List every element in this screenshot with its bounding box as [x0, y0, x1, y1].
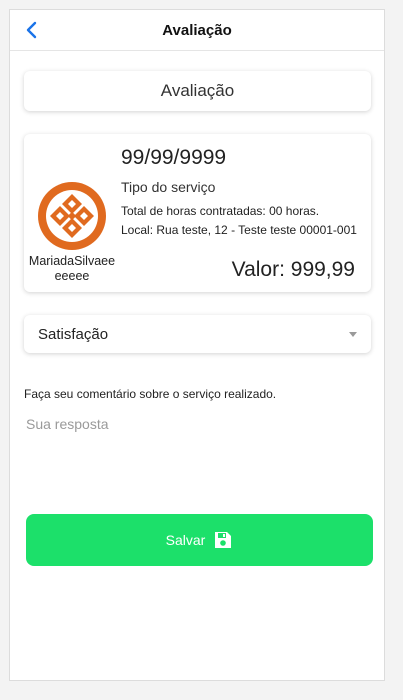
chevron-left-icon[interactable]	[22, 20, 42, 40]
save-button[interactable]: Salvar	[26, 514, 373, 566]
service-location: Local: Rua teste, 12 - Teste teste 00001…	[121, 223, 357, 237]
contracted-hours: Total de horas contratadas: 00 horas.	[121, 204, 320, 218]
page-title: Avaliação	[162, 21, 232, 39]
comment-label: Faça seu comentário sobre o serviço real…	[24, 387, 277, 401]
service-type: Tipo do serviço	[121, 179, 216, 195]
provider-logo-icon	[36, 180, 108, 252]
service-date: 99/99/9999	[121, 146, 227, 169]
provider-name: MariadaSilvaeeeeeee	[28, 254, 116, 283]
caret-down-icon	[349, 332, 357, 337]
comment-textarea[interactable]	[24, 412, 371, 492]
service-value: Valor: 999,99	[231, 258, 355, 281]
floppy-disk-icon	[213, 530, 233, 550]
service-info-card: MariadaSilvaeeeeeee 99/99/9999 Tipo do s…	[24, 134, 371, 292]
evaluation-title: Avaliação	[160, 81, 235, 100]
app-screen: Avaliação Avaliação MariadaSilvaeeeeeee …	[9, 9, 385, 681]
evaluation-title-card: Avaliação	[24, 71, 371, 111]
save-button-label: Salvar	[165, 532, 206, 548]
satisfaction-selected-value: Satisfação	[38, 325, 109, 343]
top-bar: Avaliação	[10, 10, 384, 51]
satisfaction-select[interactable]: Satisfação	[24, 315, 371, 353]
